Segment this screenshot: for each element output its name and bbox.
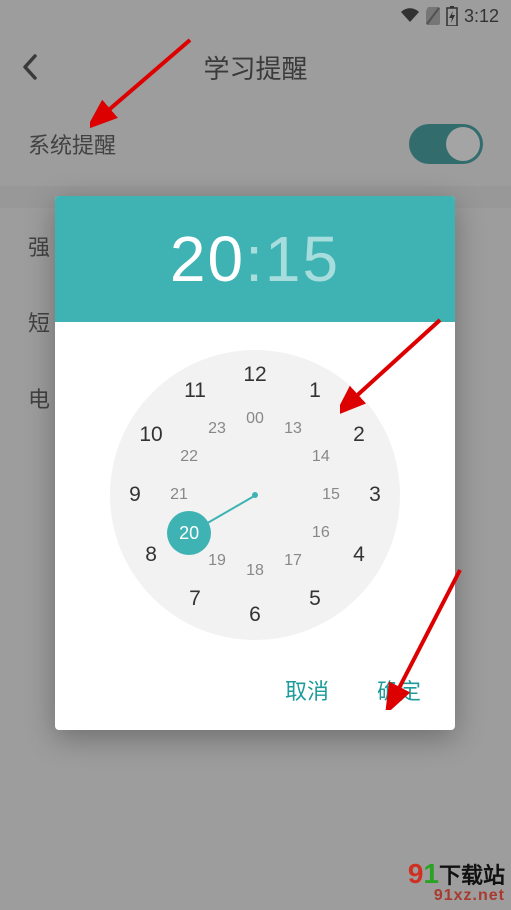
clock-hour-5[interactable]: 5 [309, 587, 321, 611]
time-colon: : [245, 223, 265, 295]
cancel-button[interactable]: 取消 [285, 674, 329, 706]
clock-hour-1[interactable]: 1 [309, 379, 321, 403]
clock-hour-00[interactable]: 00 [246, 410, 264, 428]
watermark: 91下载站 91xz.net [408, 860, 505, 904]
watermark-cn: 下载站 [439, 863, 505, 888]
ok-button[interactable]: 确定 [377, 674, 421, 706]
clock-hour-10[interactable]: 10 [139, 423, 162, 447]
clock-hour-21[interactable]: 21 [170, 486, 188, 504]
clock-hour-19[interactable]: 19 [208, 552, 226, 570]
clock-hour-9[interactable]: 9 [129, 483, 141, 507]
clock-hour-13[interactable]: 13 [284, 420, 302, 438]
hour-value[interactable]: 20 [170, 223, 245, 295]
clock-hour-6[interactable]: 6 [249, 603, 261, 627]
minute-value[interactable]: 15 [265, 223, 340, 295]
clock-hour-16[interactable]: 16 [312, 524, 330, 542]
clock-hour-22[interactable]: 22 [180, 448, 198, 466]
time-picker-dialog: 20:15 1212345678910110013141516171819202… [55, 196, 455, 730]
clock-hour-18[interactable]: 18 [246, 562, 264, 580]
clock-hour-11[interactable]: 11 [184, 379, 206, 403]
clock-hour-15[interactable]: 15 [322, 486, 340, 504]
clock-hour-4[interactable]: 4 [353, 543, 365, 567]
watermark-url: 91xz.net [408, 888, 505, 904]
clock-hour-17[interactable]: 17 [284, 552, 302, 570]
clock-hour-3[interactable]: 3 [369, 483, 381, 507]
clock-hand [207, 494, 256, 524]
clock-hour-14[interactable]: 14 [312, 448, 330, 466]
clock-hour-8[interactable]: 8 [145, 543, 157, 567]
clock-hour-23[interactable]: 23 [208, 420, 226, 438]
watermark-9: 9 [408, 858, 424, 889]
watermark-1: 1 [423, 858, 439, 889]
clock-hour-12[interactable]: 12 [243, 363, 266, 387]
time-display: 20:15 [170, 222, 340, 296]
time-display-header: 20:15 [55, 196, 455, 322]
clock-area: 121234567891011001314151617181920212223 [55, 322, 455, 658]
analog-clock-face[interactable]: 121234567891011001314151617181920212223 [110, 350, 400, 640]
clock-center [252, 492, 258, 498]
dialog-actions: 取消 确定 [55, 658, 455, 730]
clock-hour-2[interactable]: 2 [353, 423, 365, 447]
clock-hour-7[interactable]: 7 [189, 587, 201, 611]
clock-selected-hour[interactable]: 20 [167, 511, 211, 555]
